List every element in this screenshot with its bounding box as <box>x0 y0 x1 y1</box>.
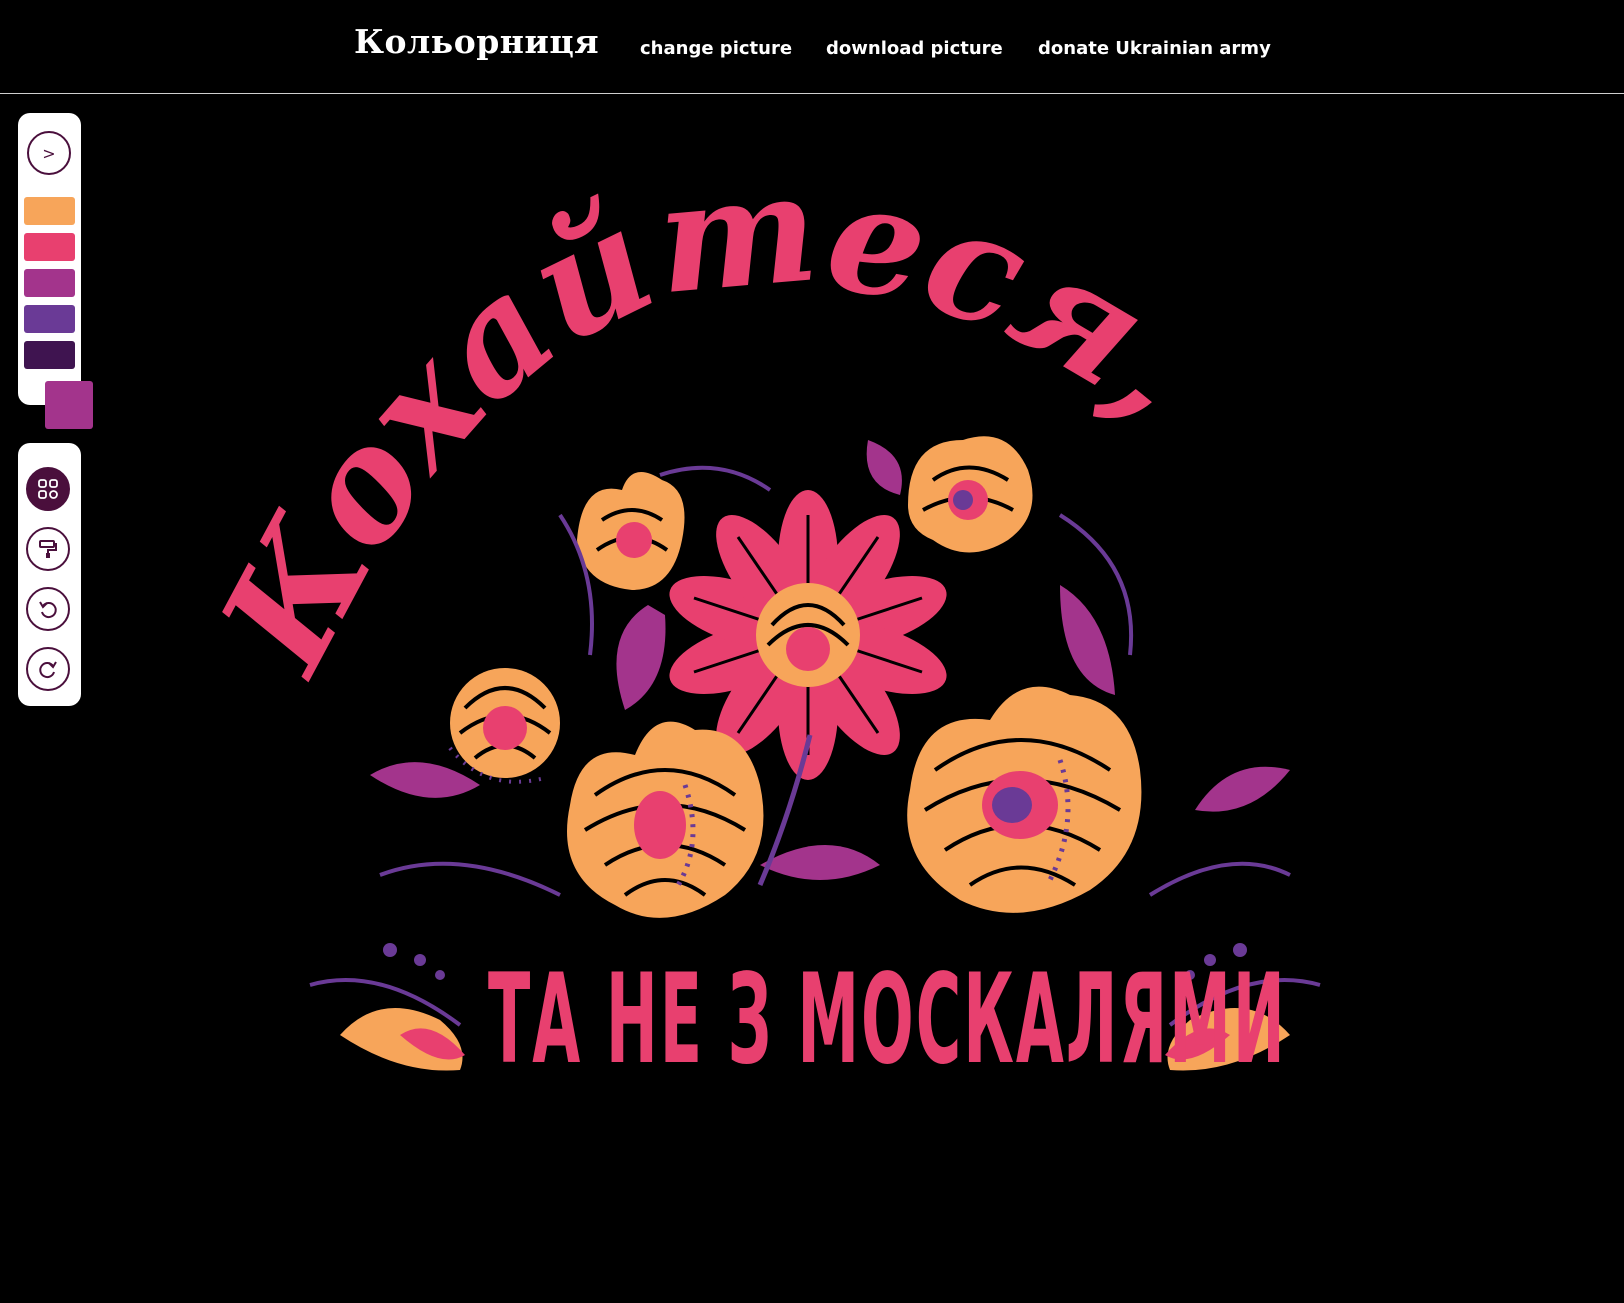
flower-lower-right[interactable] <box>907 686 1142 913</box>
subline-text: ТА НЕ З МОСКАЛЯМИ <box>488 948 1287 1092</box>
app-logo-title: Кольорниця <box>354 22 600 61</box>
bud-top-left[interactable] <box>577 472 685 590</box>
coloring-canvas[interactable]: Кохайтеся, <box>0 95 1624 1299</box>
flower-left-small[interactable] <box>448 668 560 784</box>
download-picture-link[interactable]: download picture <box>826 38 1003 59</box>
top-bar: Кольорниця change picture download pictu… <box>0 0 1624 94</box>
ornament-bottom-left[interactable] <box>309 943 465 1071</box>
coloring-picture[interactable]: Кохайтеся, <box>0 95 1624 1299</box>
donate-link[interactable]: donate Ukrainian army <box>1038 38 1271 59</box>
change-picture-link[interactable]: change picture <box>640 38 792 59</box>
bud-top-right[interactable] <box>908 436 1033 553</box>
flower-lower-left[interactable] <box>567 721 764 918</box>
